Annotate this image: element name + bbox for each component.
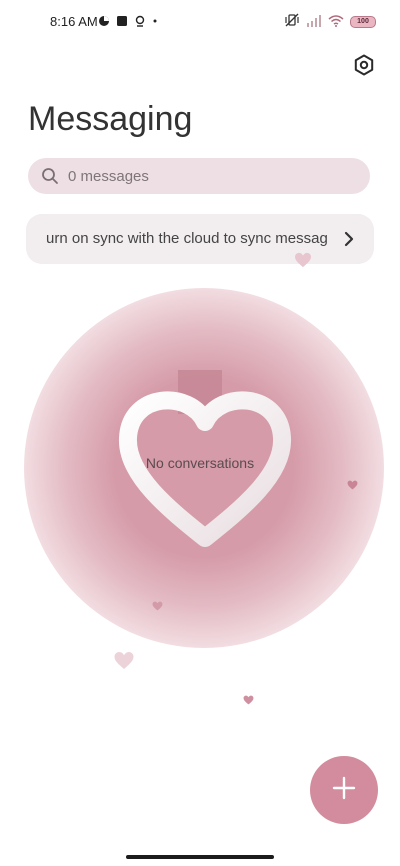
settings-button[interactable] xyxy=(350,53,378,81)
chevron-right-icon xyxy=(342,230,356,248)
heart-icon xyxy=(347,480,358,490)
plus-icon xyxy=(331,775,357,806)
vibrate-off-icon xyxy=(284,13,300,32)
pie-icon xyxy=(98,14,110,32)
status-bar: 8:16 AM 100 xyxy=(0,0,400,44)
empty-state-text: No conversations xyxy=(145,455,255,471)
new-conversation-button[interactable] xyxy=(310,756,378,824)
battery-indicator: 100 xyxy=(350,16,376,28)
sync-banner[interactable]: urn on sync with the cloud to sync messa… xyxy=(26,214,374,264)
search-placeholder: 0 messages xyxy=(68,167,149,185)
status-icons-left xyxy=(98,14,158,32)
home-indicator[interactable] xyxy=(126,855,274,859)
location-icon xyxy=(134,14,146,32)
search-bar[interactable]: 0 messages xyxy=(28,158,370,194)
search-icon xyxy=(40,166,60,186)
heart-icon xyxy=(114,652,134,669)
heart-icon xyxy=(152,601,163,611)
heart-icon xyxy=(295,252,311,268)
status-icons-right xyxy=(284,13,344,32)
status-time: 8:16 AM xyxy=(50,14,98,29)
wifi-icon xyxy=(328,14,344,32)
settings-hex-icon xyxy=(353,54,375,81)
heart-icon xyxy=(243,695,254,705)
page-title: Messaging xyxy=(28,100,193,138)
dot-icon xyxy=(152,14,158,32)
sync-banner-text: urn on sync with the cloud to sync messa… xyxy=(46,230,328,247)
square-icon xyxy=(116,14,128,32)
signal-icon xyxy=(306,14,322,32)
